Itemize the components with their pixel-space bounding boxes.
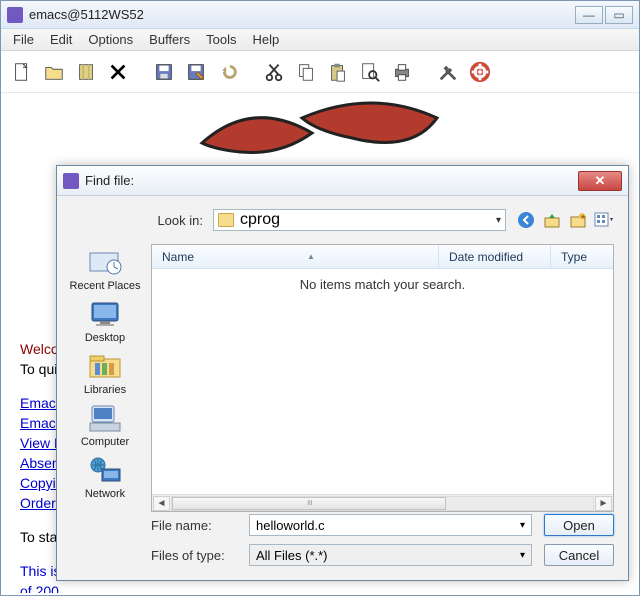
- new-folder-icon[interactable]: ★: [568, 210, 588, 230]
- place-desktop-label: Desktop: [85, 332, 125, 344]
- window-title: emacs@5112WS52: [29, 7, 144, 22]
- filetype-value: All Files (*.*): [256, 548, 328, 563]
- new-file-icon[interactable]: [9, 59, 35, 85]
- place-computer[interactable]: Computer: [81, 402, 129, 448]
- chevron-down-icon: ▾: [520, 550, 525, 561]
- copy-icon[interactable]: [293, 59, 319, 85]
- place-recent[interactable]: Recent Places: [70, 246, 141, 292]
- place-network[interactable]: Network: [85, 454, 125, 500]
- save-icon[interactable]: [151, 59, 177, 85]
- place-libraries[interactable]: Libraries: [84, 350, 126, 396]
- horizontal-scrollbar[interactable]: ◄ ►: [152, 494, 613, 511]
- look-in-row: Look in: cprog ▾ ★: [145, 208, 614, 232]
- menu-bar: File Edit Options Buffers Tools Help: [1, 29, 639, 51]
- open-file-icon[interactable]: [41, 59, 67, 85]
- menu-edit[interactable]: Edit: [42, 30, 80, 49]
- scrollbar-track[interactable]: [171, 496, 594, 511]
- welcome-heading: Welco: [20, 341, 59, 357]
- places-bar: Recent Places Desktop Libraries Computer…: [65, 244, 145, 524]
- preferences-icon[interactable]: [435, 59, 461, 85]
- filename-value: helloworld.c: [256, 518, 325, 533]
- dialog-close-button[interactable]: ✕: [578, 171, 622, 191]
- look-in-value: cprog: [240, 211, 280, 229]
- nav-icons: ★: [516, 210, 614, 230]
- place-desktop[interactable]: Desktop: [85, 298, 125, 344]
- close-icon[interactable]: [105, 59, 131, 85]
- maximize-button[interactable]: ▭: [605, 6, 633, 24]
- filetype-combo[interactable]: All Files (*.*) ▾: [249, 544, 532, 566]
- sort-indicator-icon: ▲: [307, 252, 315, 261]
- menu-options[interactable]: Options: [80, 30, 141, 49]
- dialog-title: Find file:: [85, 173, 134, 188]
- open-button[interactable]: Open: [544, 514, 614, 536]
- scroll-right-button[interactable]: ►: [595, 496, 612, 511]
- cancel-button[interactable]: Cancel: [544, 544, 614, 566]
- chevron-down-icon: ▾: [520, 520, 525, 531]
- menu-help[interactable]: Help: [244, 30, 287, 49]
- welcome-link-4[interactable]: Absen: [20, 455, 60, 471]
- dialog-icon: [63, 173, 79, 189]
- place-libraries-label: Libraries: [84, 384, 126, 396]
- place-network-label: Network: [85, 488, 125, 500]
- undo-icon[interactable]: [215, 59, 241, 85]
- look-in-combo[interactable]: cprog ▾: [213, 209, 506, 231]
- window-buttons: — ▭: [573, 6, 633, 24]
- column-type[interactable]: Type: [551, 245, 613, 268]
- paste-icon[interactable]: [325, 59, 351, 85]
- folder-icon: [218, 213, 234, 227]
- print-icon[interactable]: [389, 59, 415, 85]
- find-icon[interactable]: [357, 59, 383, 85]
- filename-input[interactable]: helloworld.c ▾: [249, 514, 532, 536]
- dialog-title-bar[interactable]: Find file: ✕: [57, 166, 628, 196]
- menu-file[interactable]: File: [5, 30, 42, 49]
- help-icon[interactable]: [467, 59, 493, 85]
- look-in-label: Look in:: [145, 213, 203, 228]
- directory-icon[interactable]: [73, 59, 99, 85]
- list-empty-message: No items match your search.: [152, 269, 613, 493]
- column-name[interactable]: Name ▲: [152, 245, 439, 268]
- svg-text:★: ★: [580, 213, 586, 221]
- tool-bar: [1, 51, 639, 93]
- file-fields: File name: helloworld.c ▾ Open Files of …: [151, 512, 614, 572]
- welcome-gnu2: of 200: [20, 581, 72, 593]
- find-file-dialog: Find file: ✕ Look in: cprog ▾ ★ Recent P…: [56, 165, 629, 581]
- filename-label: File name:: [151, 518, 249, 533]
- scroll-left-button[interactable]: ◄: [153, 496, 170, 511]
- menu-buffers[interactable]: Buffers: [141, 30, 198, 49]
- scrollbar-thumb[interactable]: [172, 497, 446, 510]
- column-date[interactable]: Date modified: [439, 245, 551, 268]
- emacs-icon: [7, 7, 23, 23]
- title-bar[interactable]: emacs@5112WS52 — ▭: [1, 1, 639, 29]
- cut-icon[interactable]: [261, 59, 287, 85]
- up-folder-icon[interactable]: [542, 210, 562, 230]
- filetype-label: Files of type:: [151, 548, 249, 563]
- save-as-icon[interactable]: [183, 59, 209, 85]
- minimize-button[interactable]: —: [575, 6, 603, 24]
- list-header: Name ▲ Date modified Type: [152, 245, 613, 269]
- place-recent-label: Recent Places: [70, 280, 141, 292]
- back-icon[interactable]: [516, 210, 536, 230]
- file-list[interactable]: Name ▲ Date modified Type No items match…: [151, 244, 614, 512]
- menu-tools[interactable]: Tools: [198, 30, 244, 49]
- dialog-body: Look in: cprog ▾ ★ Recent Places Desktop: [57, 196, 628, 580]
- place-computer-label: Computer: [81, 436, 129, 448]
- chevron-down-icon: ▾: [496, 215, 501, 226]
- view-menu-icon[interactable]: [594, 210, 614, 230]
